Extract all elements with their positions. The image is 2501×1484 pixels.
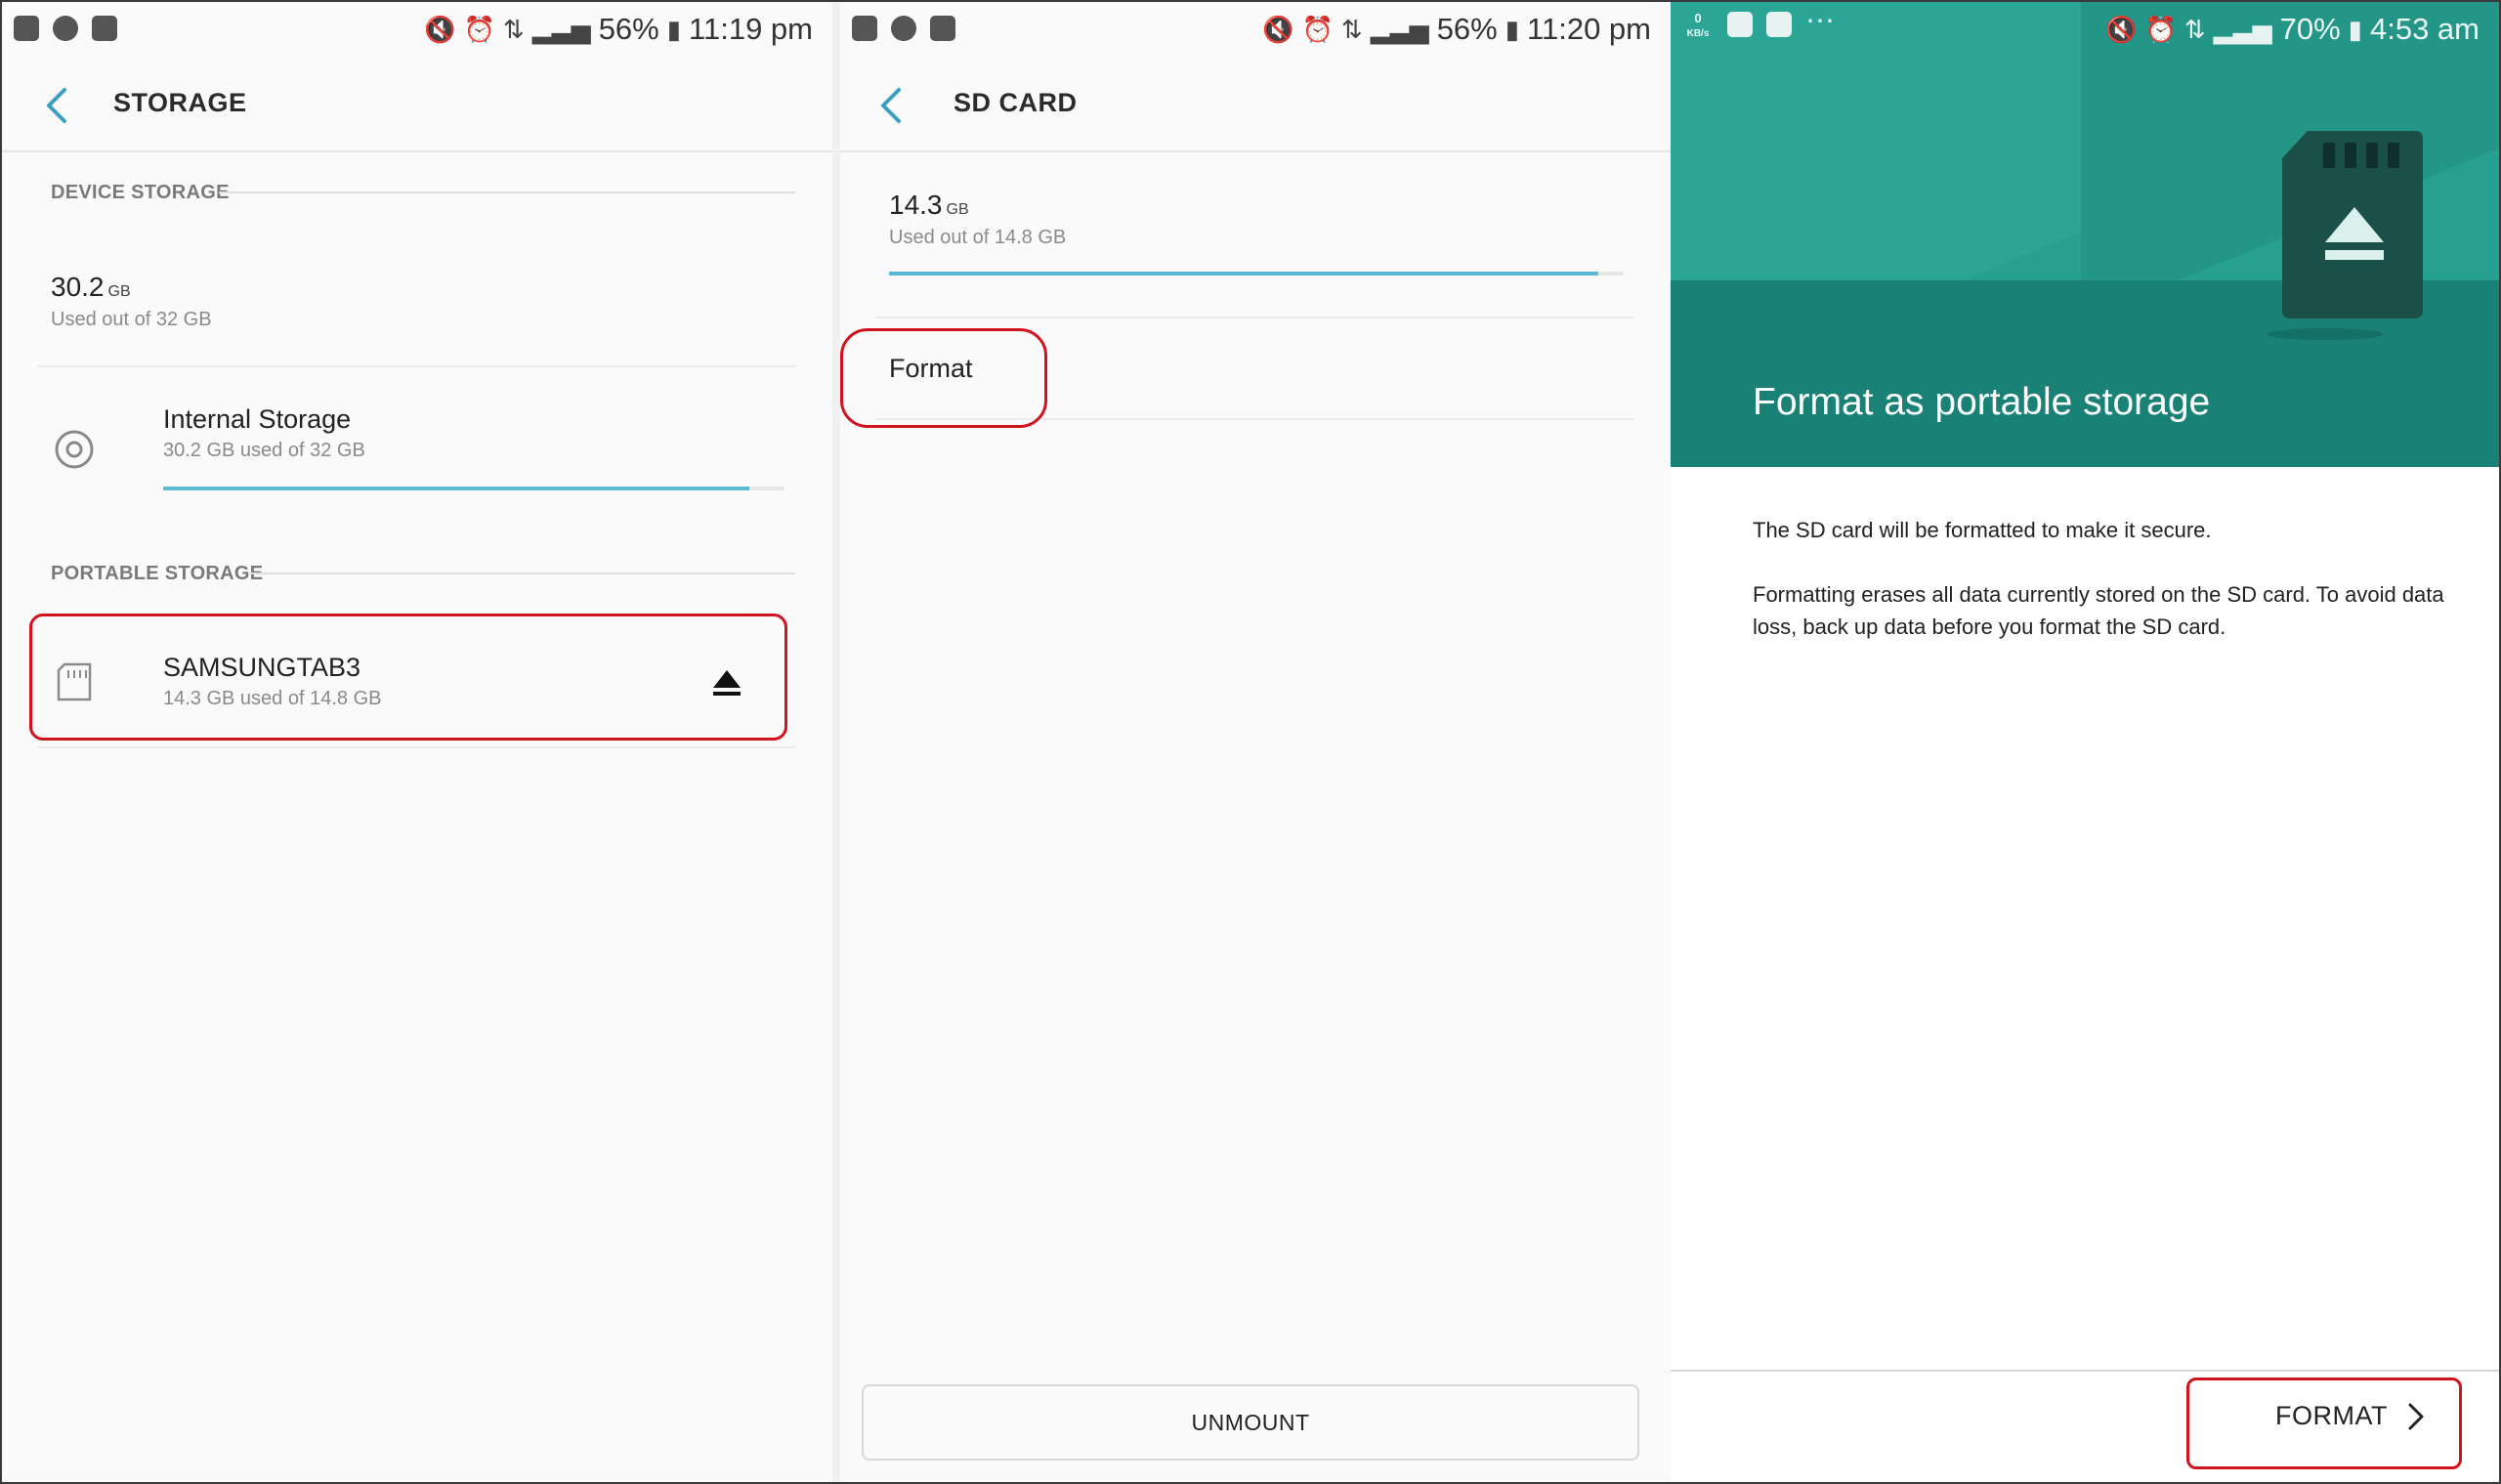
signal-icon: ▂▃▅ bbox=[2213, 14, 2272, 44]
unmount-button[interactable]: UNMOUNT bbox=[862, 1384, 1639, 1461]
battery-icon: ▮ bbox=[2348, 14, 2362, 44]
page-title: SD CARD bbox=[954, 88, 1078, 117]
sd-card-eject-icon bbox=[2282, 131, 2423, 318]
clock: 11:20 pm bbox=[1527, 12, 1651, 46]
usage-bar bbox=[163, 487, 784, 490]
storage-screen: 🔇 ⏰ ⇅ ▂▃▅ 56% ▮ 11:19 pm STORAGE DEVICE … bbox=[2, 2, 832, 1482]
battery-icon: ▮ bbox=[666, 14, 682, 44]
highlight-annotation bbox=[840, 328, 1047, 428]
flash-icon bbox=[891, 16, 916, 41]
highlight-annotation bbox=[29, 614, 787, 741]
status-bar: 0 KB/s ⋯ 🔇 ⏰ ⇅ ▂▃▅ 70% ▮ 4:53 am bbox=[1671, 2, 2499, 61]
format-screen: 0 KB/s ⋯ 🔇 ⏰ ⇅ ▂▃▅ 70% ▮ 4:53 am Format a… bbox=[1671, 2, 2499, 1482]
network-speed: 0 KB/s bbox=[1686, 11, 1710, 40]
flash-icon bbox=[53, 16, 78, 41]
sd-card-screen: 🔇 ⏰ ⇅ ▂▃▅ 56% ▮ 11:20 pm SD CARD 14.3 GB … bbox=[840, 2, 1671, 1482]
gallery-icon bbox=[852, 16, 877, 41]
clock: 11:19 pm bbox=[689, 12, 813, 46]
section-header-device-storage: DEVICE STORAGE bbox=[51, 182, 230, 203]
mail-icon bbox=[1727, 12, 1753, 37]
back-arrow-icon[interactable] bbox=[873, 84, 912, 127]
status-bar: 🔇 ⏰ ⇅ ▂▃▅ 56% ▮ 11:20 pm bbox=[840, 2, 1671, 61]
data-arrows-icon: ⇅ bbox=[1340, 14, 1363, 44]
battery-percent: 56% bbox=[1436, 12, 1498, 46]
battery-percent: 56% bbox=[598, 12, 659, 46]
message-icon bbox=[1766, 12, 1792, 37]
description-paragraph: The SD card will be formatted to make it… bbox=[1753, 518, 2212, 542]
hero-banner: 0 KB/s ⋯ 🔇 ⏰ ⇅ ▂▃▅ 70% ▮ 4:53 am Format a… bbox=[1671, 2, 2499, 467]
warning-paragraph: Formatting erases all data currently sto… bbox=[1753, 582, 2444, 639]
panel-divider bbox=[832, 2, 840, 1482]
status-bar: 🔇 ⏰ ⇅ ▂▃▅ 56% ▮ 11:19 pm bbox=[2, 2, 832, 61]
bottom-divider bbox=[1671, 1370, 2499, 1372]
signal-icon: ▂▃▅ bbox=[531, 14, 591, 44]
back-arrow-icon[interactable] bbox=[39, 84, 78, 127]
storage-ring-icon bbox=[55, 430, 94, 469]
page-title: Format as portable storage bbox=[1753, 381, 2211, 423]
gallery-icon bbox=[14, 16, 39, 41]
battery-icon: ▮ bbox=[1505, 14, 1520, 44]
alarm-icon: ⏰ bbox=[1301, 14, 1334, 44]
wifi-icon bbox=[930, 16, 955, 41]
section-rule bbox=[250, 572, 795, 574]
list-item-title: Internal Storage bbox=[163, 404, 352, 434]
mute-icon: 🔇 bbox=[424, 14, 456, 44]
usage-bar-fill bbox=[889, 272, 1599, 276]
wifi-icon bbox=[92, 16, 117, 41]
alarm-icon: ⏰ bbox=[463, 14, 495, 44]
list-item-subtitle: 30.2 GB used of 32 GB bbox=[163, 440, 365, 461]
battery-percent: 70% bbox=[2279, 12, 2341, 46]
screenshot-frame: 🔇 ⏰ ⇅ ▂▃▅ 56% ▮ 11:19 pm STORAGE DEVICE … bbox=[0, 0, 2501, 1484]
divider bbox=[37, 746, 795, 748]
device-used-value: 30.2 GB bbox=[51, 272, 131, 302]
section-rule bbox=[219, 191, 795, 193]
mute-icon: 🔇 bbox=[1262, 14, 1294, 44]
highlight-annotation bbox=[2186, 1378, 2462, 1469]
section-header-portable-storage: PORTABLE STORAGE bbox=[51, 563, 264, 584]
alarm-icon: ⏰ bbox=[2144, 14, 2177, 44]
more-notifications-icon: ⋯ bbox=[1805, 5, 1835, 37]
data-arrows-icon: ⇅ bbox=[502, 14, 525, 44]
sd-used-caption: Used out of 14.8 GB bbox=[889, 227, 1067, 248]
app-header: STORAGE bbox=[2, 61, 832, 152]
sd-used-value: 14.3 GB bbox=[889, 190, 969, 220]
device-used-caption: Used out of 32 GB bbox=[51, 309, 212, 330]
data-arrows-icon: ⇅ bbox=[2183, 14, 2206, 44]
signal-icon: ▂▃▅ bbox=[1370, 14, 1429, 44]
usage-bar-fill bbox=[163, 487, 750, 490]
divider bbox=[875, 317, 1633, 318]
clock: 4:53 am bbox=[2369, 12, 2480, 46]
mute-icon: 🔇 bbox=[2105, 14, 2138, 44]
list-item-internal-storage[interactable]: Internal Storage 30.2 GB used of 32 GB bbox=[2, 367, 832, 514]
app-header: SD CARD bbox=[840, 61, 1671, 152]
usage-bar bbox=[889, 272, 1624, 276]
page-title: STORAGE bbox=[113, 88, 247, 117]
